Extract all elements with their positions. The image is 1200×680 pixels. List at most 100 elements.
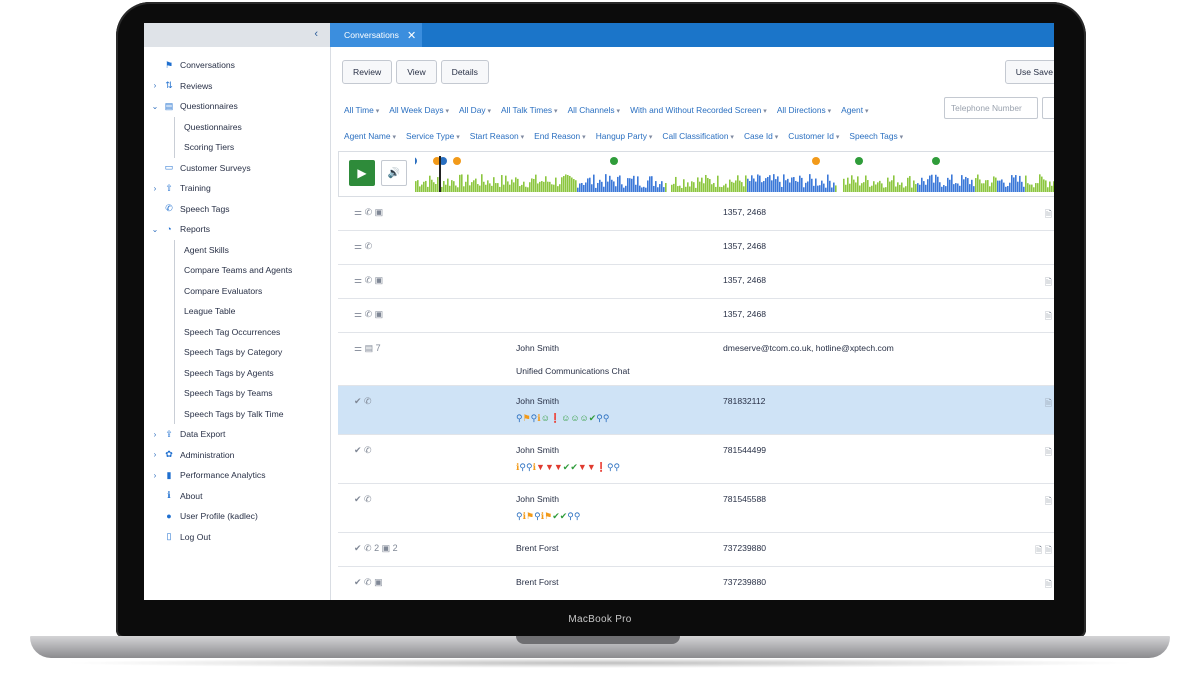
document-icon[interactable]: 🗎 (1045, 494, 1052, 510)
sidebar-item-data-export[interactable]: › ⇪ Data Export (144, 424, 330, 445)
sidebar-item-agent-skills[interactable]: Agent Skills (144, 239, 330, 261)
filter-hangup-party[interactable]: Hangup Party (596, 131, 653, 141)
sidebar-item-questionnaires[interactable]: Questionnaires (144, 116, 330, 138)
filter-agent-name[interactable]: Agent Name (344, 131, 396, 141)
filter-end-reason[interactable]: End Reason (534, 131, 586, 141)
smile-marker-icon[interactable] (855, 157, 863, 165)
pin-tag-icon[interactable]: ⚲ (607, 462, 614, 472)
pin-tag-icon[interactable]: ⚲ (526, 462, 533, 472)
sidebar-item-questionnaires[interactable]: ⌄ ▤ Questionnaires (144, 96, 330, 117)
filter-call-classification[interactable]: Call Classification (662, 131, 734, 141)
table-row[interactable]: ✔ ✆ John Smith 781545588 🗎 ⚲ℹ⚑⚲ℹ⚑✔✔⚲⚲ (338, 484, 1054, 533)
filter-all-talk-times[interactable]: All Talk Times (501, 105, 558, 115)
smile-tag-icon[interactable]: ☺ (561, 413, 570, 423)
chevron-icon[interactable]: › (148, 430, 162, 439)
pin-tag-icon[interactable]: ⚲ (574, 511, 581, 521)
thumb-tag-icon[interactable]: ▼ (587, 462, 596, 472)
info-marker-icon[interactable] (453, 157, 461, 165)
table-row[interactable]: ⚌ ✆ ▣ 1357, 2468 🗎 (338, 299, 1054, 333)
table-row[interactable]: ✔ ✆ ▣ Brent Forst 737239880 🗎 (338, 567, 1054, 600)
review-button[interactable]: Review (342, 60, 393, 84)
table-row[interactable]: ✔ ✆ 2 ▣ 2 Brent Forst 737239880 🗎 🗎 (338, 533, 1054, 567)
sidebar-item-league-table[interactable]: League Table (144, 301, 330, 322)
sidebar-item-customer-surveys[interactable]: ▭ Customer Surveys (144, 158, 330, 179)
warn-tag-icon[interactable]: ❗ (550, 413, 561, 423)
filter-all-day[interactable]: All Day (459, 105, 491, 115)
smile-tag-icon[interactable]: ☺ (570, 413, 579, 423)
tab-conversations[interactable]: Conversations ✕ (330, 23, 422, 47)
sidebar-item-reviews[interactable]: › ⇅ Reviews (144, 76, 330, 97)
filter-all-channels[interactable]: All Channels (568, 105, 621, 115)
sidebar-item-performance-analytics[interactable]: › ▮ Performance Analytics (144, 465, 330, 486)
check-tag-icon[interactable]: ✔ (570, 462, 578, 472)
table-row[interactable]: ⚌ ✆ ▣ 1357, 2468 🗎 (338, 197, 1054, 231)
warn-marker-icon[interactable] (812, 157, 820, 165)
document-icon[interactable]: 🗎 (1045, 577, 1052, 593)
filter-all-week-days[interactable]: All Week Days (389, 105, 449, 115)
table-row[interactable]: ✔ ✆ John Smith 781544499 🗎 ℹ⚲⚲ℹ▼▼▼✔✔▼▼❗⚲⚲ (338, 435, 1054, 484)
filter-speech-tags[interactable]: Speech Tags (849, 131, 903, 141)
document-icon[interactable]: 🗎 (1045, 275, 1052, 291)
table-row[interactable]: ⚌ ▤ 7 John Smith Unified Communications Ch… (338, 333, 1054, 386)
filter-start-reason[interactable]: Start Reason (470, 131, 524, 141)
filter-all-directions[interactable]: All Directions (777, 105, 831, 115)
filter-with-and-without-recorded-screen[interactable]: With and Without Recorded Screen (630, 105, 767, 115)
table-row[interactable]: ⚌ ✆ 1357, 2468 (338, 231, 1054, 265)
sidebar-item-conversations[interactable]: ⚑ Conversations (144, 55, 330, 76)
sidebar-item-speech-tags-by-teams[interactable]: Speech Tags by Teams (144, 383, 330, 404)
thumb-tag-icon[interactable]: ▼ (545, 462, 554, 472)
filter-case-id[interactable]: Case Id (744, 131, 778, 141)
chevron-icon[interactable]: › (148, 450, 162, 459)
details-button[interactable]: Details (440, 60, 489, 84)
sidebar-item-administration[interactable]: › ✿ Administration (144, 445, 330, 466)
warn-tag-icon[interactable]: ❗ (596, 462, 607, 472)
pin-tag-icon[interactable]: ⚲ (534, 511, 541, 521)
smile-marker-icon[interactable] (610, 157, 618, 165)
sidebar-item-log-out[interactable]: ▯ Log Out (144, 527, 330, 548)
sidebar-item-about[interactable]: ℹ About (144, 486, 330, 507)
chevron-icon[interactable]: › (148, 471, 162, 480)
sidebar-item-reports[interactable]: ⌄ ◔ Reports (144, 219, 330, 240)
filter-all-time[interactable]: All Time (344, 105, 379, 115)
table-row[interactable]: ⚌ ✆ ▣ 1357, 2468 🗎 (338, 265, 1054, 299)
document-icon[interactable]: 🗎 (1045, 445, 1052, 461)
sidebar-item-compare-evaluators[interactable]: Compare Evaluators (144, 280, 330, 302)
close-icon[interactable]: ✕ (407, 29, 416, 42)
document-icon[interactable]: 🗎 🗎 (1035, 543, 1052, 559)
pin-marker-icon[interactable] (415, 157, 417, 165)
sidebar-item-speech-tag-occurrences[interactable]: Speech Tag Occurrences (144, 321, 330, 343)
bulb-tag-icon[interactable]: ⚑ (544, 511, 552, 521)
pin-tag-icon[interactable]: ⚲ (516, 511, 523, 521)
chevron-icon[interactable]: ⌄ (148, 225, 162, 234)
play-icon[interactable]: ▶ (349, 160, 375, 186)
volume-icon[interactable]: 🔊 (381, 160, 407, 186)
smile-tag-icon[interactable]: ☺ (580, 413, 589, 423)
sidebar-item-scoring-tiers[interactable]: Scoring Tiers (144, 137, 330, 158)
filter-extra-input[interactable] (1042, 97, 1054, 119)
document-icon[interactable]: 🗎 (1045, 396, 1052, 412)
playhead[interactable] (439, 156, 441, 192)
sidebar-item-training[interactable]: › ⇧ Training (144, 178, 330, 199)
chevron-icon[interactable]: › (148, 81, 162, 90)
check-tag-icon[interactable]: ✔ (552, 511, 560, 521)
waveform[interactable] (415, 152, 1054, 196)
document-icon[interactable]: 🗎 (1045, 207, 1052, 223)
use-saved-button[interactable]: Use Save (1004, 60, 1054, 84)
sidebar-item-speech-tags-by-agents[interactable]: Speech Tags by Agents (144, 362, 330, 384)
filter-agent[interactable]: Agent (841, 105, 868, 115)
sidebar-item-user-profile-kadlec[interactable]: ● User Profile (kadlec) (144, 506, 330, 527)
pin-tag-icon[interactable]: ⚲ (567, 511, 574, 521)
filter-customer-id[interactable]: Customer Id (788, 131, 839, 141)
sidebar-item-compare-teams-and-agents[interactable]: Compare Teams and Agents (144, 260, 330, 281)
pin-tag-icon[interactable]: ⚲ (596, 413, 603, 423)
bulb-tag-icon[interactable]: ⚑ (523, 413, 531, 423)
sidebar-item-speech-tags[interactable]: ✆ Speech Tags (144, 199, 330, 220)
view-button[interactable]: View (396, 60, 437, 84)
chevron-left-icon[interactable]: ‹ (314, 28, 318, 40)
pin-tag-icon[interactable]: ⚲ (614, 462, 621, 472)
thumb-tag-icon[interactable]: ▼ (536, 462, 545, 472)
sidebar-item-speech-tags-by-talk-time[interactable]: Speech Tags by Talk Time (144, 403, 330, 425)
bulb-tag-icon[interactable]: ⚑ (526, 511, 534, 521)
chevron-icon[interactable]: ⌄ (148, 102, 162, 111)
thumb-tag-icon[interactable]: ▼ (554, 462, 563, 472)
